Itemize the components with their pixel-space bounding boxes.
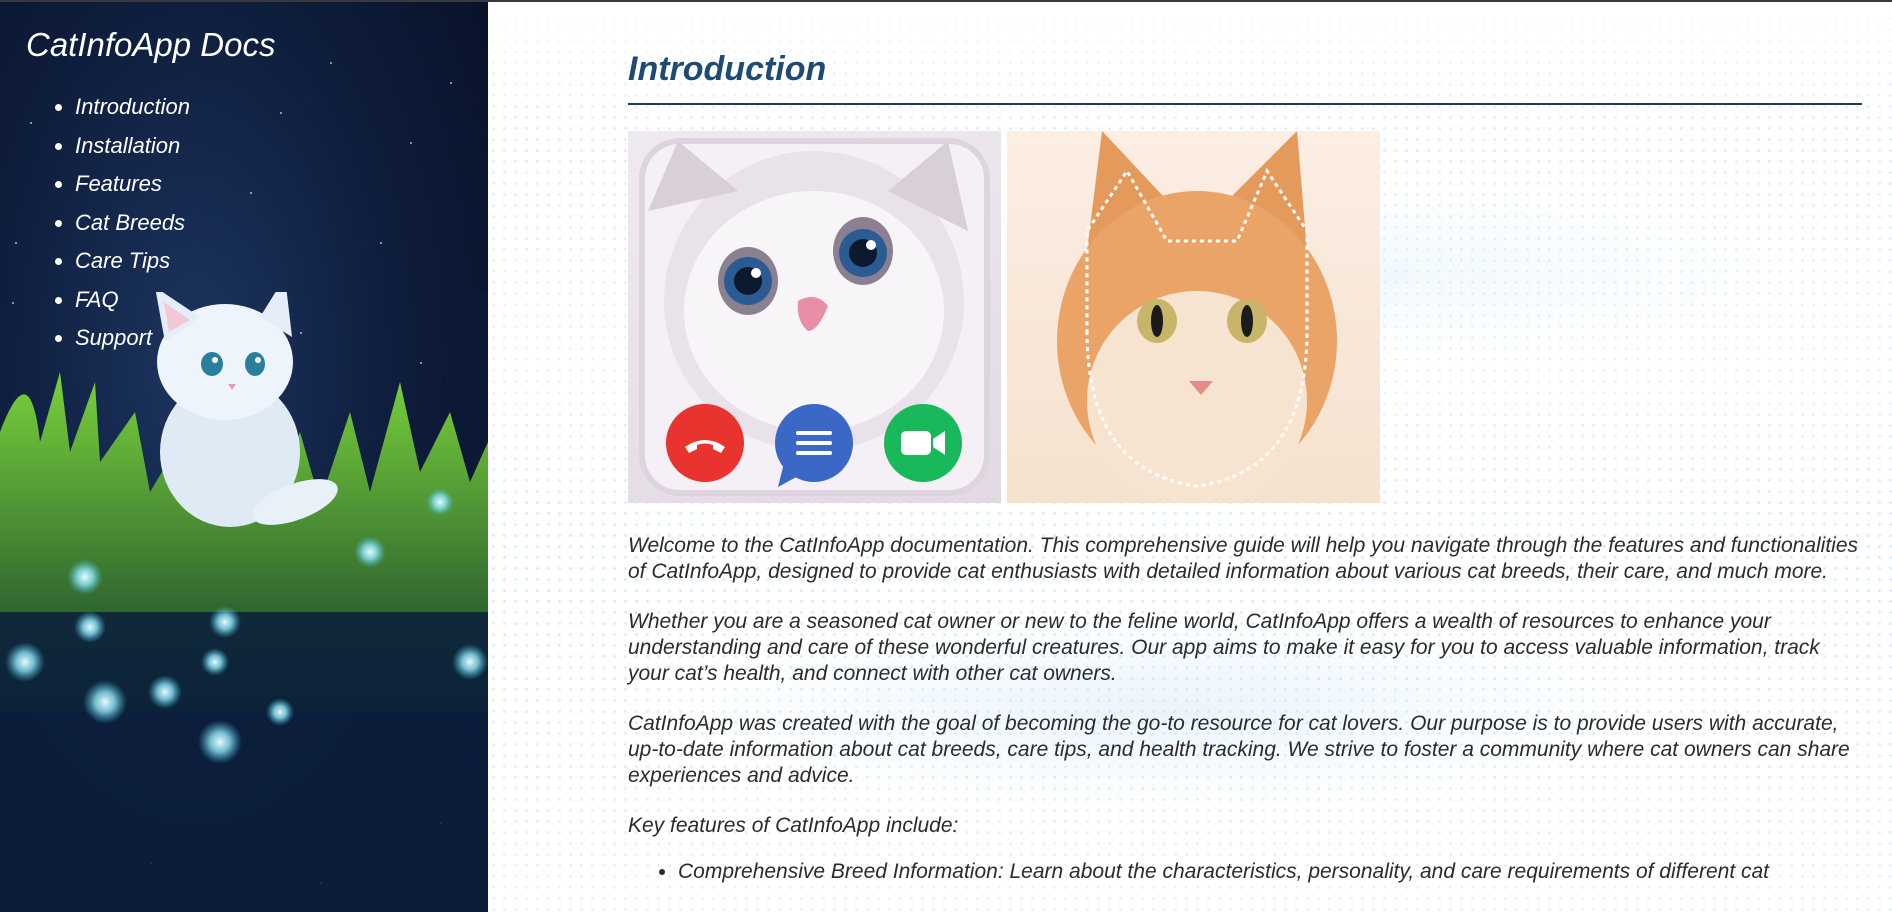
sidebar-nav: Introduction Installation Features Cat B… — [50, 88, 190, 358]
chat-icon — [775, 404, 853, 487]
kitten-night-illustration — [0, 292, 488, 912]
features-list: Comprehensive Breed Information: Learn a… — [628, 859, 1862, 885]
nav-item-support[interactable]: Support — [75, 319, 190, 358]
nav-item-introduction[interactable]: Introduction — [75, 88, 190, 127]
content-column: Introduction Welcome to the CatInfoApp d… — [628, 50, 1862, 885]
nav-item-features[interactable]: Features — [75, 165, 190, 204]
nav-item-cat-breeds[interactable]: Cat Breeds — [75, 204, 190, 243]
main-content: Introduction Welcome to the CatInfoApp d… — [488, 2, 1892, 912]
nav-item-care-tips[interactable]: Care Tips — [75, 242, 190, 281]
cat-face-scan-image — [1007, 131, 1380, 503]
list-item: Comprehensive Breed Information: Learn a… — [678, 859, 1862, 885]
purpose-paragraph: CatInfoApp was created with the goal of … — [628, 712, 1850, 787]
cat-video-call-image — [628, 131, 1001, 503]
sidebar-title: CatInfoApp Docs — [26, 26, 276, 63]
intro-paragraph: Welcome to the CatInfoApp documentation.… — [628, 534, 1859, 583]
sidebar: CatInfoApp Docs • Introduction • Install… — [0, 2, 488, 912]
intro-images — [628, 131, 1862, 503]
nav-item-faq[interactable]: FAQ — [75, 281, 190, 320]
nav-item-installation[interactable]: Installation — [75, 127, 190, 166]
video-camera-icon — [884, 404, 962, 482]
orange-cat-illustration — [1057, 131, 1337, 503]
key-features-heading: Key features of CatInfoApp include: — [628, 814, 959, 837]
page-title: Introduction — [628, 50, 1862, 105]
audience-paragraph: Whether you are a seasoned cat owner or … — [628, 610, 1820, 685]
phone-hangup-icon — [666, 404, 744, 482]
